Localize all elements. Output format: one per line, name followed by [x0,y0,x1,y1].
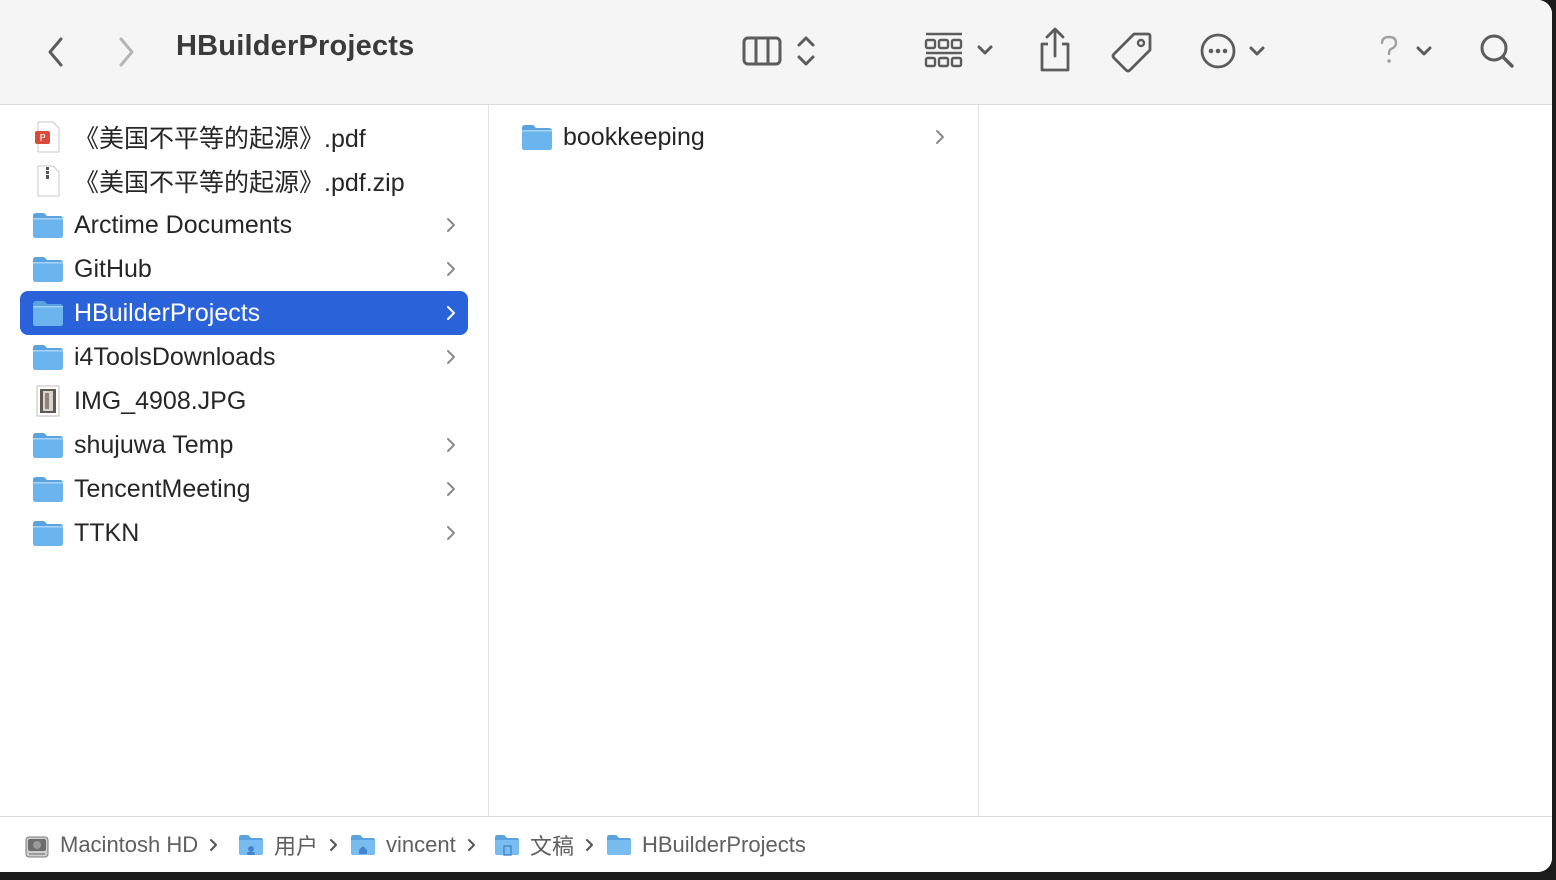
chevron-right-icon [208,838,218,852]
file-row[interactable]: 《美国不平等的起源》.pdf.zip [20,159,468,203]
folder-icon [606,834,632,856]
breadcrumb-label: 用户 [274,834,319,859]
item-label: HBuilderProjects [74,298,261,327]
up-down-icon [797,36,815,66]
file-row[interactable]: P 《美国不平等的起源》.pdf [20,115,468,159]
column-view-icon [742,36,782,66]
search-icon [1480,34,1514,68]
window-title: HBuilderProjects [176,30,415,62]
chevron-right-icon [933,128,947,146]
documents-folder-icon [494,834,520,856]
file-row[interactable]: IMG_4908.JPG [20,379,468,423]
breadcrumb-item[interactable]: 用户 [238,817,338,872]
item-label: IMG_4908.JPG [74,386,247,415]
column-2[interactable]: bookkeeping [489,105,979,816]
more-icon [1200,33,1236,69]
svg-text:P: P [39,133,45,144]
folder-row[interactable]: shujuwa Temp [20,423,468,467]
chevron-down-icon [1416,46,1432,56]
item-label: 《美国不平等的起源》.pdf [74,125,366,153]
share-icon [1040,27,1070,72]
chevron-down-icon [1249,46,1265,56]
chevron-right-icon [444,524,458,542]
chevron-right-icon [444,480,458,498]
grid-group-icon [924,32,963,68]
view-mode-button[interactable] [736,28,828,74]
breadcrumb-item[interactable]: vincent [350,817,476,872]
breadcrumb-item[interactable]: 文稿 [494,817,594,872]
help-icon [1380,35,1398,63]
folder-icon [32,299,64,327]
folder-row[interactable]: GitHub [20,247,468,291]
folder-icon [32,255,64,283]
folder-icon [32,211,64,239]
chevron-right-icon [444,216,458,234]
image-file-icon [32,385,64,417]
item-label: TTKN [74,518,140,547]
zip-file-icon [32,165,64,197]
item-label: shujuwa Temp [74,430,234,459]
item-label: Arctime Documents [74,210,293,239]
chevron-down-icon [977,45,993,55]
search-button[interactable] [1474,28,1520,74]
item-label: i4ToolsDownloads [74,342,276,371]
item-label: 《美国不平等的起源》.pdf.zip [74,169,405,197]
chevron-right-icon [328,838,338,852]
folder-icon [32,343,64,371]
folder-row[interactable]: HBuilderProjects [20,291,468,335]
item-label: GitHub [74,254,152,283]
help-button[interactable] [1372,28,1438,74]
forward-button[interactable] [110,32,142,72]
home-folder-icon [350,834,376,856]
finder-window: HBuilderProjects P 《美国不平等的起源》.pdf 《美国不平等… [0,0,1552,872]
users-folder-icon [238,834,264,856]
folder-row[interactable]: bookkeeping [509,115,957,159]
folder-row[interactable]: i4ToolsDownloads [20,335,468,379]
folder-icon [521,123,553,151]
chevron-right-icon [444,260,458,278]
breadcrumb-label: 文稿 [530,834,575,859]
chevron-right-icon [466,838,476,852]
folder-icon [32,431,64,459]
pdf-file-icon: P [32,121,64,153]
path-bar: Macintosh HD 用户 vincent 文稿 HBuilderProje… [0,816,1552,872]
folder-icon [32,519,64,547]
chevron-right-icon [584,838,594,852]
chevron-left-icon [48,37,63,67]
item-label: TencentMeeting [74,474,251,503]
folder-row[interactable]: Arctime Documents [20,203,468,247]
breadcrumb-label: vincent [386,832,456,857]
toolbar: HBuilderProjects [0,0,1552,105]
more-actions-button[interactable] [1196,28,1272,74]
breadcrumb-item[interactable]: HBuilderProjects [606,817,806,872]
tag-icon [1111,32,1152,73]
folder-row[interactable]: TencentMeeting [20,467,468,511]
tag-button[interactable] [1110,28,1156,74]
chevron-right-icon [444,436,458,454]
chevron-right-icon [119,37,134,67]
breadcrumb-label: HBuilderProjects [642,832,806,857]
share-button[interactable] [1034,26,1076,74]
breadcrumb-item[interactable]: Macintosh HD [24,817,218,872]
breadcrumb-label: Macintosh HD [60,832,199,857]
group-button[interactable] [920,28,1000,74]
chevron-right-icon [444,304,458,322]
column-1[interactable]: P 《美国不平等的起源》.pdf 《美国不平等的起源》.pdf.zip Arct… [0,105,489,816]
column-3[interactable] [979,105,1552,816]
folder-row[interactable]: TTKN [20,511,468,555]
back-button[interactable] [40,32,72,72]
folder-icon [32,475,64,503]
chevron-right-icon [444,348,458,366]
item-label: bookkeeping [563,122,705,151]
hard-drive-icon [24,834,50,858]
